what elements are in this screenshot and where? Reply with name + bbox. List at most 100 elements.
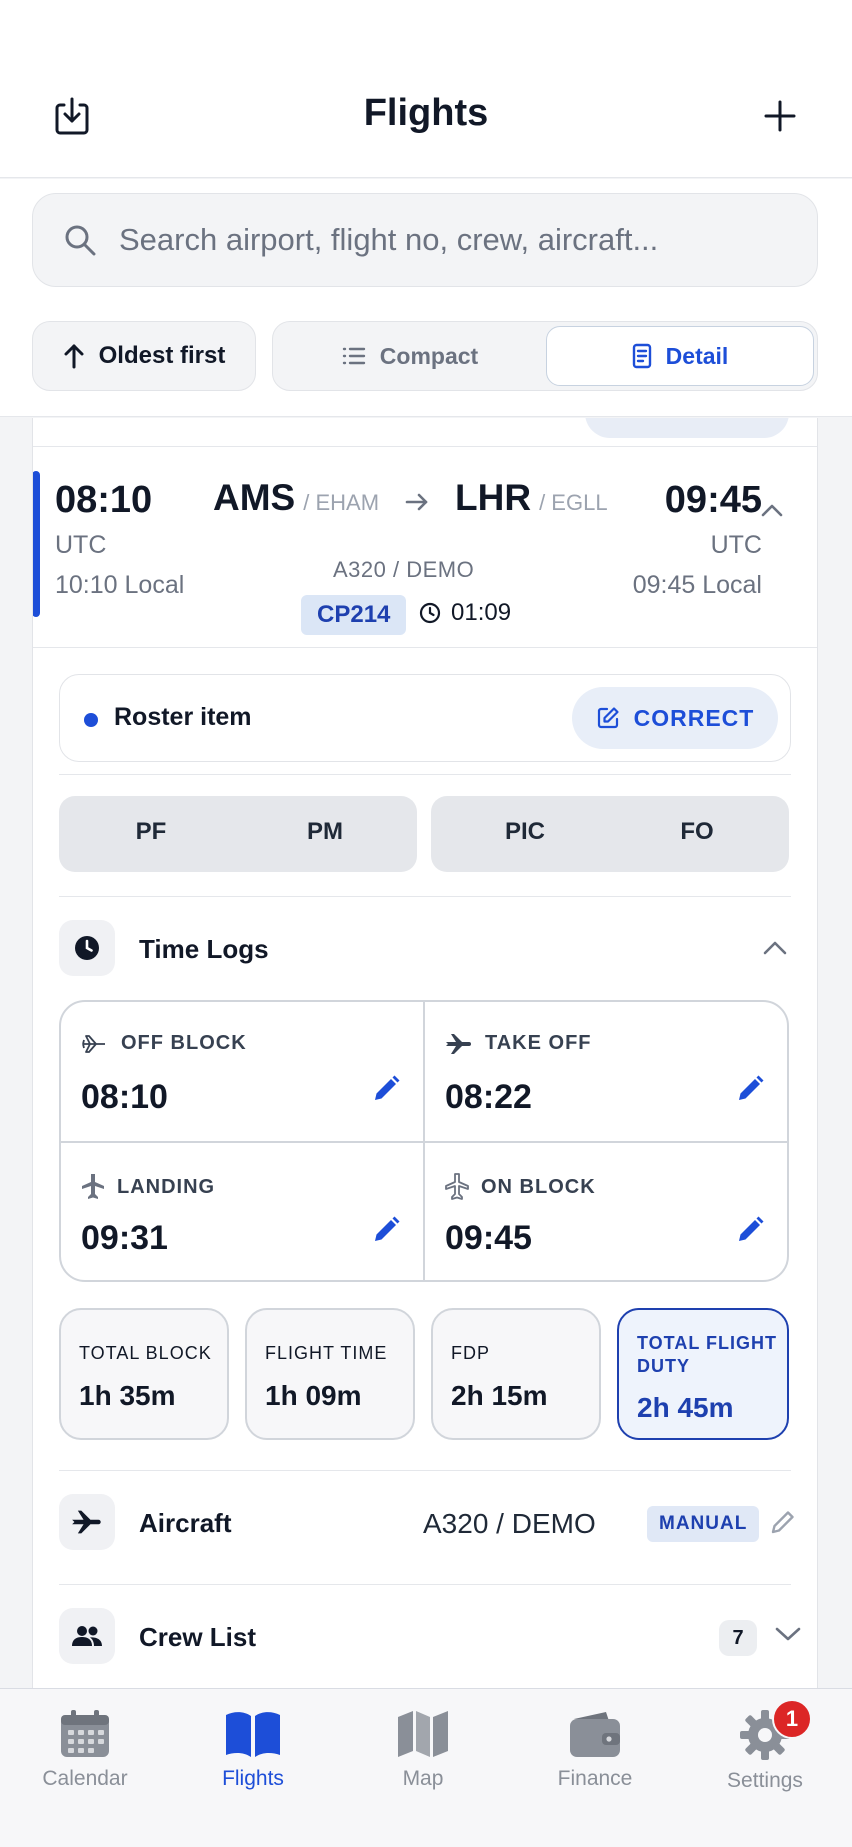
crew-list-row[interactable]: Crew List 7: [59, 1608, 801, 1670]
arrival-local-time: 09:45 Local: [632, 571, 762, 599]
pencil-icon[interactable]: [769, 1508, 797, 1536]
landing-cell[interactable]: LANDING 09:31: [61, 1143, 423, 1280]
plane-icon: [72, 1510, 101, 1534]
route: AMS / EHAM LHR / EGLL: [213, 477, 608, 519]
take-off-label-row: TAKE OFF: [445, 1032, 592, 1055]
take-off-cell[interactable]: TAKE OFF 08:22: [425, 1002, 787, 1142]
tab-flights-label: Flights: [222, 1767, 284, 1790]
flight-time-label: FLIGHT TIME: [265, 1343, 388, 1363]
divider: [59, 1470, 791, 1471]
role-fo-option[interactable]: FO: [637, 818, 757, 846]
crew-list-header: Crew List: [59, 1608, 791, 1670]
tab-finance[interactable]: Finance: [520, 1709, 670, 1809]
detail-view-option[interactable]: Detail: [546, 326, 814, 386]
tab-map[interactable]: Map: [348, 1709, 498, 1809]
aircraft-icon-box: [59, 1494, 115, 1550]
time-logs-icon-box: [59, 920, 115, 976]
departure-time: 08:10: [55, 479, 153, 521]
flight-time-value: 1h 09m: [265, 1380, 362, 1411]
fdp-card[interactable]: FDP 2h 15m: [431, 1308, 601, 1440]
flight-duration: 01:09: [419, 599, 511, 627]
total-flight-duty-card[interactable]: TOTAL FLIGHT DUTY 2h 45m: [617, 1308, 789, 1440]
crew-list-title: Crew List: [139, 1622, 257, 1652]
take-off-value: 08:22: [445, 1078, 532, 1116]
compact-view-option[interactable]: Compact: [277, 326, 543, 386]
aircraft-row[interactable]: Aircraft A320 / DEMO MANUAL: [59, 1494, 794, 1556]
compact-label: Compact: [379, 342, 479, 369]
pencil-icon[interactable]: [371, 1074, 401, 1104]
add-flight-button[interactable]: [756, 92, 804, 140]
chevron-down-icon: [775, 1627, 801, 1641]
plus-icon: [764, 100, 796, 132]
detail-label: Detail: [665, 342, 729, 369]
flight-time-card[interactable]: FLIGHT TIME 1h 09m: [245, 1308, 415, 1440]
on-block-label: ON BLOCK: [481, 1175, 596, 1198]
book-icon: [226, 1712, 280, 1757]
destination-icao: / EGLL: [539, 490, 608, 515]
clock-icon: [75, 936, 99, 960]
pencil-icon[interactable]: [735, 1074, 765, 1104]
on-block-value: 09:45: [445, 1219, 532, 1257]
plane-icon: [446, 1033, 471, 1054]
bottom-tab-bar: Calendar Flights Map Finance Settings 1: [0, 1688, 852, 1847]
tab-map-label: Map: [402, 1767, 444, 1790]
off-block-label: OFF BLOCK: [121, 1032, 247, 1054]
clock-outline-icon: [419, 602, 441, 624]
tab-calendar-label: Calendar: [42, 1767, 128, 1790]
tab-settings-label: Settings: [727, 1769, 803, 1792]
divider: [59, 896, 791, 897]
time-logs-title: Time Logs: [139, 934, 269, 964]
departure-timezone: UTC: [55, 531, 107, 559]
settings-notification-badge: 1: [772, 1699, 812, 1739]
role-pic-option[interactable]: PIC: [465, 818, 585, 846]
fdp-label: FDP: [451, 1343, 490, 1363]
tab-flights[interactable]: Flights: [178, 1709, 328, 1809]
total-block-card[interactable]: TOTAL BLOCK 1h 35m: [59, 1308, 229, 1440]
flight-summary-row[interactable]: 08:10 UTC 10:10 Local AMS / EHAM LHR / E…: [33, 446, 817, 648]
arrival-time: 09:45: [664, 479, 762, 521]
off-block-cell[interactable]: OFF BLOCK 08:10: [61, 1002, 423, 1142]
plane-down-outline-icon: [445, 1173, 469, 1200]
sort-button[interactable]: Oldest first: [32, 321, 256, 391]
pencil-icon[interactable]: [735, 1215, 765, 1245]
tab-calendar[interactable]: Calendar: [10, 1709, 160, 1809]
landing-label: LANDING: [117, 1175, 216, 1198]
view-toggle: Compact Detail: [272, 321, 818, 391]
tab-settings[interactable]: Settings 1: [690, 1699, 840, 1809]
previous-item-pill: [585, 418, 789, 438]
origin-code: AMS: [213, 477, 296, 518]
edit-square-icon: [597, 707, 619, 729]
crew-icon-box: [59, 1608, 115, 1664]
total-block-label: TOTAL BLOCK: [79, 1343, 212, 1363]
search-icon: [65, 225, 96, 256]
collapse-flight-button[interactable]: [761, 503, 783, 522]
destination-code: LHR: [455, 477, 532, 518]
chevron-up-icon: [763, 941, 787, 955]
list-icon: [342, 347, 365, 365]
role-pm-option[interactable]: PM: [265, 818, 385, 846]
total-flight-duty-value: 2h 45m: [637, 1392, 734, 1423]
route-arrow-icon: [405, 492, 429, 512]
flight-number-badge: CP214: [301, 595, 407, 635]
role-pf-option[interactable]: PF: [91, 818, 211, 846]
correct-button[interactable]: CORRECT: [572, 687, 778, 749]
fdp-value: 2h 15m: [451, 1380, 548, 1411]
search-input[interactable]: Search airport, flight no, crew, aircraf…: [32, 193, 818, 287]
manual-badge: MANUAL: [647, 1506, 760, 1542]
correct-label: CORRECT: [633, 704, 755, 731]
total-flight-duty-label: TOTAL FLIGHT DUTY: [637, 1333, 777, 1376]
on-block-label-row: ON BLOCK: [445, 1173, 596, 1201]
page-title: Flights: [363, 92, 489, 134]
on-block-cell[interactable]: ON BLOCK 09:45: [425, 1143, 787, 1280]
total-block-value: 1h 35m: [79, 1380, 176, 1411]
crew-position-toggle: PIC FO: [431, 796, 789, 872]
landing-label-row: LANDING: [81, 1173, 215, 1201]
arrow-up-icon: [64, 344, 84, 369]
top-bar: Flights: [0, 0, 852, 178]
roster-item-card: Roster item CORRECT: [59, 674, 791, 762]
people-icon: [72, 1626, 102, 1646]
pencil-icon[interactable]: [371, 1215, 401, 1245]
time-logs-header[interactable]: Time Logs: [59, 920, 791, 982]
search-placeholder: Search airport, flight no, crew, aircraf…: [119, 222, 659, 257]
landing-value: 09:31: [81, 1219, 168, 1257]
